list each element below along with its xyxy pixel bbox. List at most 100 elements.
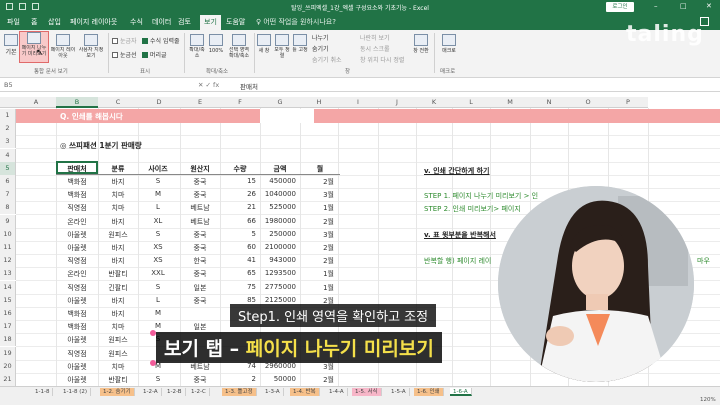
column-header-b[interactable]: B: [56, 97, 98, 108]
table-cell[interactable]: 바지: [104, 177, 132, 187]
table-cell[interactable]: 1월: [323, 283, 334, 293]
table-cell[interactable]: 직영점: [63, 349, 91, 359]
row-header-21[interactable]: 21: [0, 373, 16, 386]
table-cell[interactable]: S: [144, 230, 172, 238]
tab-page-layout[interactable]: 페이지 레이아웃: [70, 17, 117, 27]
selected-cell-b5[interactable]: [56, 161, 98, 174]
table-cell[interactable]: XS: [144, 256, 172, 264]
table-cell[interactable]: 1980000: [265, 217, 296, 225]
table-cell[interactable]: 원피스: [104, 230, 132, 240]
zoom-100-button[interactable]: 100%: [207, 34, 225, 54]
table-cell[interactable]: XL: [144, 217, 172, 225]
select-all-corner[interactable]: [0, 97, 16, 108]
tab-review[interactable]: 검토: [178, 17, 191, 27]
table-cell[interactable]: M: [144, 190, 172, 198]
sheet-tab[interactable]: 1-6-A: [450, 388, 472, 396]
sheet-tab[interactable]: 1-2-B: [164, 388, 186, 396]
table-cell[interactable]: 중국: [186, 243, 214, 253]
table-cell[interactable]: 15: [247, 177, 256, 185]
table-cell[interactable]: 525000: [269, 203, 296, 211]
table-cell[interactable]: 250000: [269, 230, 296, 238]
synchronous-scrolling-button[interactable]: 동시 스크롤: [360, 44, 390, 53]
tab-insert[interactable]: 삽입: [48, 17, 61, 27]
row-header-16[interactable]: 16: [0, 307, 16, 320]
headings-checkbox[interactable]: 머리글: [142, 50, 167, 59]
table-cell[interactable]: 치마: [104, 322, 132, 332]
formula-input[interactable]: 판매처: [240, 81, 258, 91]
minimize-button[interactable]: –: [654, 2, 658, 10]
sheet-tab[interactable]: 1-3-A: [262, 388, 284, 396]
table-header-cell[interactable]: 수량: [226, 164, 254, 174]
table-cell[interactable]: 2125000: [265, 296, 296, 304]
table-cell[interactable]: 3월: [323, 230, 334, 240]
tab-data[interactable]: 데이터: [152, 17, 171, 27]
table-cell[interactable]: 943000: [269, 256, 296, 264]
table-cell[interactable]: 바지: [104, 243, 132, 253]
row-header-7[interactable]: 7: [0, 188, 16, 202]
table-cell[interactable]: 바지: [104, 296, 132, 306]
normal-view-button[interactable]: 기본: [3, 34, 19, 56]
column-header-g[interactable]: G: [260, 97, 300, 108]
tab-file[interactable]: 파일: [7, 17, 20, 27]
table-cell[interactable]: 2100000: [265, 243, 296, 251]
ruler-checkbox[interactable]: 눈금자: [112, 36, 137, 45]
table-cell[interactable]: 41: [247, 256, 256, 264]
table-cell[interactable]: 2: [252, 375, 256, 383]
column-header-p[interactable]: P: [608, 97, 648, 108]
row-header-18[interactable]: 18: [0, 333, 16, 347]
row-header-4[interactable]: 4: [0, 148, 16, 162]
custom-views-button[interactable]: 사용자 지정 보기: [78, 34, 104, 59]
table-cell[interactable]: 1293500: [265, 269, 296, 277]
table-cell[interactable]: 원피스: [104, 335, 132, 345]
column-header-m[interactable]: M: [490, 97, 530, 108]
table-cell[interactable]: 3월: [323, 190, 334, 200]
row-header-6[interactable]: 6: [0, 175, 16, 188]
row-header-1[interactable]: 1: [0, 109, 16, 122]
row-header-14[interactable]: 14: [0, 280, 16, 294]
formula-icons[interactable]: ✕ ✓ fx: [198, 81, 219, 89]
table-cell[interactable]: S: [144, 283, 172, 291]
view-side-by-side-button[interactable]: 나란히 보기: [360, 33, 390, 42]
table-cell[interactable]: 1040000: [265, 190, 296, 198]
maximize-button[interactable]: □: [680, 2, 687, 10]
table-cell[interactable]: 중국: [186, 375, 214, 385]
sheet-tab[interactable]: 1-5. 서식: [352, 388, 382, 396]
table-cell[interactable]: 백화점: [63, 322, 91, 332]
tab-formulas[interactable]: 수식: [130, 17, 143, 27]
sheet-tab[interactable]: 1-4. 반복: [290, 388, 320, 396]
column-header-e[interactable]: E: [180, 97, 220, 108]
page-layout-view-button[interactable]: 페이지 레이아웃: [50, 34, 76, 59]
formula-bar-checkbox[interactable]: 수식 입력줄: [142, 36, 180, 45]
table-cell[interactable]: 50000: [274, 375, 296, 383]
split-button[interactable]: 나누기: [312, 33, 329, 42]
table-cell[interactable]: 중국: [186, 296, 214, 306]
zoom-to-selection-button[interactable]: 선택 영역 확대/축소: [226, 34, 252, 59]
table-cell[interactable]: S: [144, 177, 172, 185]
table-cell[interactable]: 바지: [104, 309, 132, 319]
row-header-13[interactable]: 13: [0, 267, 16, 281]
row-header-11[interactable]: 11: [0, 241, 16, 254]
table-cell[interactable]: 백화점: [63, 309, 91, 319]
sheet-tab[interactable]: 1-2. 숨기기: [100, 388, 135, 396]
table-cell[interactable]: 치마: [104, 203, 132, 213]
close-button[interactable]: ✕: [706, 2, 712, 10]
table-cell[interactable]: M: [144, 309, 172, 317]
table-cell[interactable]: 아울렛: [63, 296, 91, 306]
table-cell[interactable]: 2775000: [265, 283, 296, 291]
table-cell[interactable]: 75: [247, 283, 256, 291]
row-header-9[interactable]: 9: [0, 214, 16, 228]
table-cell[interactable]: 베트남: [186, 217, 214, 227]
sheet-tab[interactable]: 1-5-A: [388, 388, 410, 396]
table-cell[interactable]: 3월: [323, 362, 334, 372]
table-cell[interactable]: 반팔티: [104, 375, 132, 385]
tell-me-search[interactable]: ♀ 어떤 작업을 원하시나요?: [256, 17, 336, 27]
gridlines-checkbox[interactable]: 눈금선: [112, 50, 137, 59]
sheet-tab[interactable]: 1-2-C: [188, 388, 210, 396]
row-header-20[interactable]: 20: [0, 359, 16, 373]
table-cell[interactable]: 백화점: [63, 177, 91, 187]
table-cell[interactable]: 온라인: [63, 217, 91, 227]
table-header-cell[interactable]: 분류: [104, 164, 132, 174]
arrange-all-button[interactable]: 모두 정렬: [274, 34, 290, 59]
table-cell[interactable]: XS: [144, 243, 172, 251]
sheet-tab[interactable]: 1-1-8 (2): [60, 388, 92, 396]
